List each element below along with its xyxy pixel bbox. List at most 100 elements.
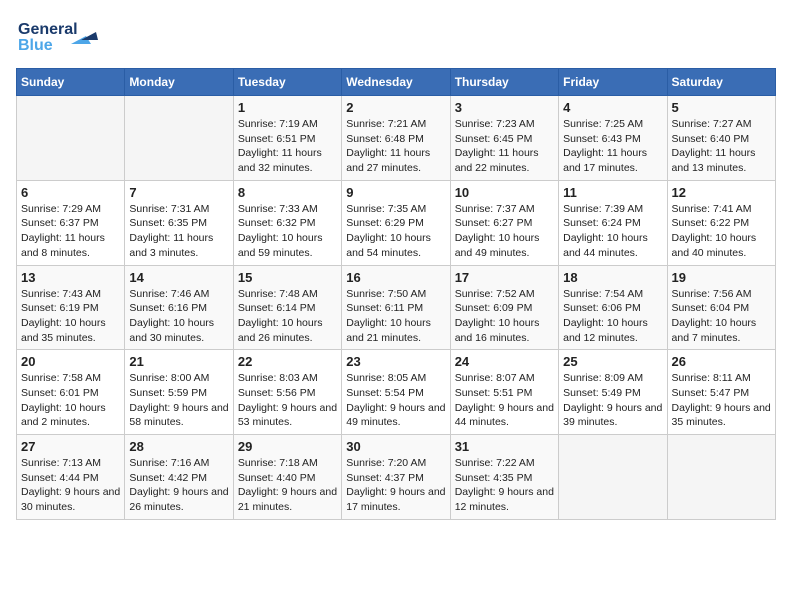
day-number: 30 — [346, 439, 445, 454]
day-info: Sunrise: 8:09 AM Sunset: 5:49 PM Dayligh… — [563, 371, 662, 430]
day-number: 28 — [129, 439, 228, 454]
day-number: 15 — [238, 270, 337, 285]
day-number: 17 — [455, 270, 554, 285]
day-info: Sunrise: 7:21 AM Sunset: 6:48 PM Dayligh… — [346, 117, 445, 176]
day-cell: 9Sunrise: 7:35 AM Sunset: 6:29 PM Daylig… — [342, 180, 450, 265]
day-info: Sunrise: 8:00 AM Sunset: 5:59 PM Dayligh… — [129, 371, 228, 430]
day-cell — [559, 435, 667, 520]
day-info: Sunrise: 8:05 AM Sunset: 5:54 PM Dayligh… — [346, 371, 445, 430]
day-info: Sunrise: 7:20 AM Sunset: 4:37 PM Dayligh… — [346, 456, 445, 515]
day-info: Sunrise: 7:37 AM Sunset: 6:27 PM Dayligh… — [455, 202, 554, 261]
week-row-4: 27 Sunrise: 7:13 AM Sunset: 4:44 PM Dayli… — [17, 435, 776, 520]
calendar-table: SundayMondayTuesdayWednesdayThursdayFrid… — [16, 68, 776, 520]
day-number: 4 — [563, 100, 662, 115]
day-cell — [667, 435, 775, 520]
day-number: 14 — [129, 270, 228, 285]
day-number: 16 — [346, 270, 445, 285]
day-number: 20 — [21, 354, 120, 369]
day-number: 9 — [346, 185, 445, 200]
week-row-2: 13Sunrise: 7:43 AM Sunset: 6:19 PM Dayli… — [17, 265, 776, 350]
day-info: Sunrise: 7:27 AM Sunset: 6:40 PM Dayligh… — [672, 117, 771, 176]
day-number: 7 — [129, 185, 228, 200]
header-cell-sunday: Sunday — [17, 69, 125, 96]
day-cell: 21 Sunrise: 8:00 AM Sunset: 5:59 PM Dayli… — [125, 350, 233, 435]
day-number: 18 — [563, 270, 662, 285]
day-cell: 6 Sunrise: 7:29 AM Sunset: 6:37 PM Daylig… — [17, 180, 125, 265]
day-info: Sunrise: 7:41 AM Sunset: 6:22 PM Dayligh… — [672, 202, 771, 261]
day-number: 2 — [346, 100, 445, 115]
day-cell: 16 Sunrise: 7:50 AM Sunset: 6:11 PM Dayli… — [342, 265, 450, 350]
day-number: 1 — [238, 100, 337, 115]
week-row-1: 6 Sunrise: 7:29 AM Sunset: 6:37 PM Daylig… — [17, 180, 776, 265]
header-cell-saturday: Saturday — [667, 69, 775, 96]
day-number: 22 — [238, 354, 337, 369]
day-info: Sunrise: 7:48 AM Sunset: 6:14 PM Dayligh… — [238, 287, 337, 346]
day-info: Sunrise: 7:54 AM Sunset: 6:06 PM Dayligh… — [563, 287, 662, 346]
header-cell-friday: Friday — [559, 69, 667, 96]
day-info: Sunrise: 7:33 AM Sunset: 6:32 PM Dayligh… — [238, 202, 337, 261]
day-cell: 24Sunrise: 8:07 AM Sunset: 5:51 PM Dayli… — [450, 350, 558, 435]
day-number: 23 — [346, 354, 445, 369]
day-cell: 10 Sunrise: 7:37 AM Sunset: 6:27 PM Dayli… — [450, 180, 558, 265]
day-cell: 2 Sunrise: 7:21 AM Sunset: 6:48 PM Daylig… — [342, 96, 450, 181]
day-cell: 13Sunrise: 7:43 AM Sunset: 6:19 PM Dayli… — [17, 265, 125, 350]
header-cell-thursday: Thursday — [450, 69, 558, 96]
day-cell: 30 Sunrise: 7:20 AM Sunset: 4:37 PM Dayli… — [342, 435, 450, 520]
day-info: Sunrise: 7:29 AM Sunset: 6:37 PM Dayligh… — [21, 202, 120, 261]
svg-text:Blue: Blue — [18, 37, 53, 54]
day-info: Sunrise: 7:50 AM Sunset: 6:11 PM Dayligh… — [346, 287, 445, 346]
day-cell: 31Sunrise: 7:22 AM Sunset: 4:35 PM Dayli… — [450, 435, 558, 520]
day-info: Sunrise: 8:07 AM Sunset: 5:51 PM Dayligh… — [455, 371, 554, 430]
day-cell: 14 Sunrise: 7:46 AM Sunset: 6:16 PM Dayli… — [125, 265, 233, 350]
day-cell: 15 Sunrise: 7:48 AM Sunset: 6:14 PM Dayli… — [233, 265, 341, 350]
header-row: SundayMondayTuesdayWednesdayThursdayFrid… — [17, 69, 776, 96]
day-cell: 18 Sunrise: 7:54 AM Sunset: 6:06 PM Dayli… — [559, 265, 667, 350]
day-info: Sunrise: 7:25 AM Sunset: 6:43 PM Dayligh… — [563, 117, 662, 176]
day-number: 26 — [672, 354, 771, 369]
day-cell: 8 Sunrise: 7:33 AM Sunset: 6:32 PM Daylig… — [233, 180, 341, 265]
day-number: 21 — [129, 354, 228, 369]
day-number: 8 — [238, 185, 337, 200]
day-info: Sunrise: 7:43 AM Sunset: 6:19 PM Dayligh… — [21, 287, 120, 346]
day-number: 27 — [21, 439, 120, 454]
day-cell: 12 Sunrise: 7:41 AM Sunset: 6:22 PM Dayli… — [667, 180, 775, 265]
day-cell: 25Sunrise: 8:09 AM Sunset: 5:49 PM Dayli… — [559, 350, 667, 435]
day-number: 6 — [21, 185, 120, 200]
day-info: Sunrise: 7:19 AM Sunset: 6:51 PM Dayligh… — [238, 117, 337, 176]
day-cell: 11Sunrise: 7:39 AM Sunset: 6:24 PM Dayli… — [559, 180, 667, 265]
day-cell: 7Sunrise: 7:31 AM Sunset: 6:35 PM Daylig… — [125, 180, 233, 265]
day-number: 12 — [672, 185, 771, 200]
day-info: Sunrise: 7:13 AM Sunset: 4:44 PM Dayligh… — [21, 456, 120, 515]
day-info: Sunrise: 7:52 AM Sunset: 6:09 PM Dayligh… — [455, 287, 554, 346]
day-cell: 26 Sunrise: 8:11 AM Sunset: 5:47 PM Dayli… — [667, 350, 775, 435]
day-cell: 1 Sunrise: 7:19 AM Sunset: 6:51 PM Daylig… — [233, 96, 341, 181]
header-cell-tuesday: Tuesday — [233, 69, 341, 96]
header-cell-monday: Monday — [125, 69, 233, 96]
day-cell: 27 Sunrise: 7:13 AM Sunset: 4:44 PM Dayli… — [17, 435, 125, 520]
day-number: 10 — [455, 185, 554, 200]
day-info: Sunrise: 8:03 AM Sunset: 5:56 PM Dayligh… — [238, 371, 337, 430]
svg-text:General: General — [18, 21, 78, 38]
day-number: 5 — [672, 100, 771, 115]
day-cell: 28Sunrise: 7:16 AM Sunset: 4:42 PM Dayli… — [125, 435, 233, 520]
logo: General Blue — [16, 16, 106, 56]
day-info: Sunrise: 8:11 AM Sunset: 5:47 PM Dayligh… — [672, 371, 771, 430]
day-info: Sunrise: 7:46 AM Sunset: 6:16 PM Dayligh… — [129, 287, 228, 346]
day-number: 11 — [563, 185, 662, 200]
day-info: Sunrise: 7:22 AM Sunset: 4:35 PM Dayligh… — [455, 456, 554, 515]
day-cell: 5 Sunrise: 7:27 AM Sunset: 6:40 PM Daylig… — [667, 96, 775, 181]
week-row-3: 20 Sunrise: 7:58 AM Sunset: 6:01 PM Dayli… — [17, 350, 776, 435]
day-cell: 29Sunrise: 7:18 AM Sunset: 4:40 PM Dayli… — [233, 435, 341, 520]
day-info: Sunrise: 7:56 AM Sunset: 6:04 PM Dayligh… — [672, 287, 771, 346]
week-row-0: 1 Sunrise: 7:19 AM Sunset: 6:51 PM Daylig… — [17, 96, 776, 181]
day-info: Sunrise: 7:58 AM Sunset: 6:01 PM Dayligh… — [21, 371, 120, 430]
day-cell: 19Sunrise: 7:56 AM Sunset: 6:04 PM Dayli… — [667, 265, 775, 350]
day-cell — [17, 96, 125, 181]
day-cell: 3 Sunrise: 7:23 AM Sunset: 6:45 PM Daylig… — [450, 96, 558, 181]
header: General Blue — [16, 16, 776, 56]
day-number: 3 — [455, 100, 554, 115]
day-cell — [125, 96, 233, 181]
day-cell: 4 Sunrise: 7:25 AM Sunset: 6:43 PM Daylig… — [559, 96, 667, 181]
day-info: Sunrise: 7:23 AM Sunset: 6:45 PM Dayligh… — [455, 117, 554, 176]
day-number: 29 — [238, 439, 337, 454]
